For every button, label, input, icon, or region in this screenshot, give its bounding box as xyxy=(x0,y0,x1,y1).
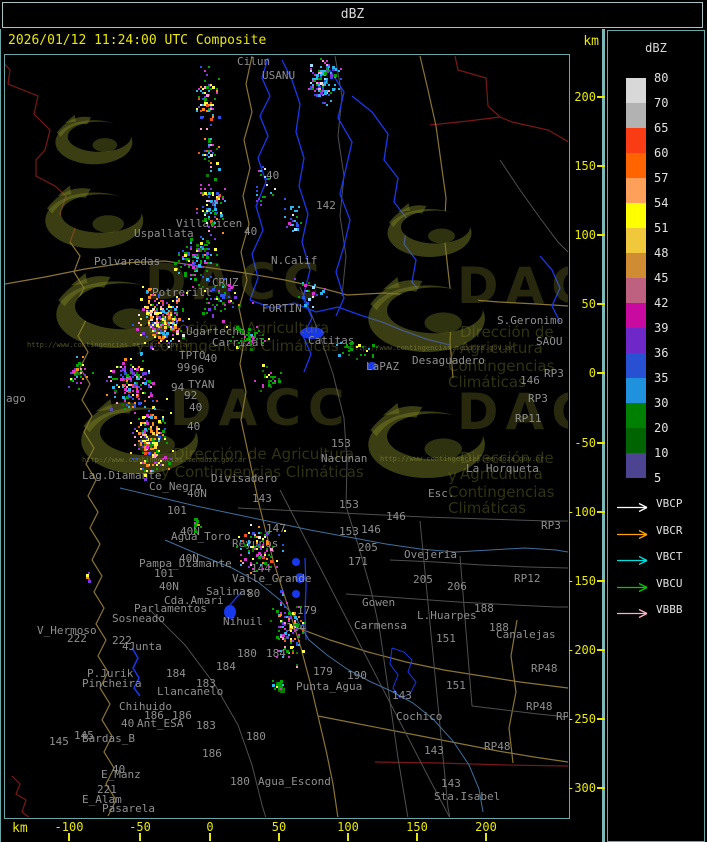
scale-tick-label: 5 xyxy=(654,471,662,485)
x-axis-unit-label: km xyxy=(12,821,28,836)
x-axis-tick-mark xyxy=(68,833,70,841)
x-axis-tick-mark xyxy=(139,833,141,841)
y-axis-tick-mark xyxy=(597,165,605,167)
scale-tick-label: 65 xyxy=(654,121,669,135)
x-axis-tick-label: 150 xyxy=(406,820,428,834)
scale-tick-label: 30 xyxy=(654,396,669,410)
y-axis-tick-label: -50 xyxy=(574,436,596,450)
y-axis-tick-label: 150 xyxy=(574,159,596,173)
radar-echo-layer xyxy=(68,58,378,693)
vector-legend-row: VBCP xyxy=(616,497,702,513)
x-axis-tick-label: 50 xyxy=(271,820,287,834)
y-axis-tick-label: -300 xyxy=(567,781,596,795)
y-axis-tick-label: 200 xyxy=(574,90,596,104)
scale-tick-label: 10 xyxy=(654,446,669,460)
x-axis-tick-label: -100 xyxy=(54,820,84,834)
y-axis-tick-mark xyxy=(597,372,605,374)
scale-tick-label: 51 xyxy=(654,221,669,235)
scale-swatch xyxy=(626,428,646,453)
scale-swatch xyxy=(626,403,646,428)
scale-swatch xyxy=(626,103,646,128)
scale-swatch xyxy=(626,328,646,353)
y-axis-tick-mark xyxy=(597,718,605,720)
scale-tick-label: 39 xyxy=(654,321,669,335)
vector-arrow-icon xyxy=(617,582,648,592)
y-axis-tick-label: 100 xyxy=(574,228,596,242)
scale-tick-label: 48 xyxy=(654,246,669,260)
x-axis-tick-label: 100 xyxy=(337,820,359,834)
scale-tick-label: 60 xyxy=(654,146,669,160)
scale-tick-label: 35 xyxy=(654,371,669,385)
x-axis-tick-mark xyxy=(278,833,280,841)
x-axis-tick-label: 0 xyxy=(206,820,214,834)
vector-legend-label: VBBB xyxy=(656,603,683,616)
vector-arrow-icon xyxy=(617,608,648,619)
vector-legend-label: VBCR xyxy=(656,523,683,537)
vector-legend-row: VBCT xyxy=(616,550,702,566)
scale-tick-label: 42 xyxy=(654,296,669,310)
scale-title: dBZ xyxy=(645,41,667,55)
x-axis-tick-mark xyxy=(209,833,211,841)
scale-tick-label: 70 xyxy=(654,96,669,110)
y-axis-tick-mark xyxy=(597,442,605,444)
scale-swatch xyxy=(626,278,646,303)
x-axis-tick-mark xyxy=(485,833,487,841)
y-axis-tick-label: -250 xyxy=(567,712,596,726)
color-scale-panel: dBZ 80 70 65 60 57 54 51 48 45 42 39 36 35 30 20 10 5 VBC… xyxy=(607,30,705,842)
y-axis-tick-label: -100 xyxy=(567,505,596,519)
scale-swatch xyxy=(626,378,646,403)
scale-tick-label: 36 xyxy=(654,346,669,360)
y-axis-tick-mark xyxy=(597,787,605,789)
vector-arrow-icon xyxy=(617,529,648,539)
y-axis-tick-label: -200 xyxy=(567,643,596,657)
scale-tick-label: 54 xyxy=(654,196,669,210)
y-axis-tick-mark xyxy=(597,234,605,236)
y-axis-tick-label: 0 xyxy=(588,366,596,380)
vector-legend-label: VBCT xyxy=(656,550,683,563)
scale-swatch xyxy=(626,303,646,328)
vector-arrow-icon xyxy=(617,555,648,566)
x-axis-tick-label: 200 xyxy=(475,820,497,834)
vector-arrow-icon xyxy=(617,502,648,513)
vector-legend-label: VBCP xyxy=(656,497,683,510)
y-axis-tick-mark xyxy=(597,580,605,582)
vector-legend-row: VBCU xyxy=(616,576,702,592)
scale-swatch xyxy=(626,128,646,153)
scale-swatch xyxy=(626,178,646,203)
radar-app-window: { "header": { "title": "dBZ" }, "map_hea… xyxy=(0,0,707,842)
scale-swatch xyxy=(626,78,646,103)
vector-legend-label: VBCU xyxy=(656,576,683,590)
scale-swatch xyxy=(626,203,646,228)
scale-tick-label: 57 xyxy=(654,171,669,185)
scale-tick-label: 45 xyxy=(654,271,669,285)
x-axis-tick-mark xyxy=(347,833,349,841)
y-axis-tick-mark xyxy=(597,649,605,651)
y-axis-tick-label: -150 xyxy=(567,574,596,588)
scale-swatch xyxy=(626,453,646,478)
vector-legend-row: VBBB xyxy=(616,603,702,619)
scale-swatch xyxy=(626,228,646,253)
x-axis-tick-label: -50 xyxy=(129,820,151,834)
scale-tick-label: 20 xyxy=(654,421,669,435)
y-axis-tick-mark xyxy=(597,511,605,513)
y-axis-tick-mark xyxy=(597,96,605,98)
scale-swatch xyxy=(626,153,646,178)
y-axis-tick-label: 50 xyxy=(581,297,596,311)
scale-tick-label: 80 xyxy=(654,71,669,85)
y-axis-tick-mark xyxy=(597,303,605,305)
scale-swatch xyxy=(626,353,646,378)
x-axis-tick-mark xyxy=(416,833,418,841)
vector-legend-row: VBCR xyxy=(616,523,702,539)
scale-swatch xyxy=(626,253,646,278)
